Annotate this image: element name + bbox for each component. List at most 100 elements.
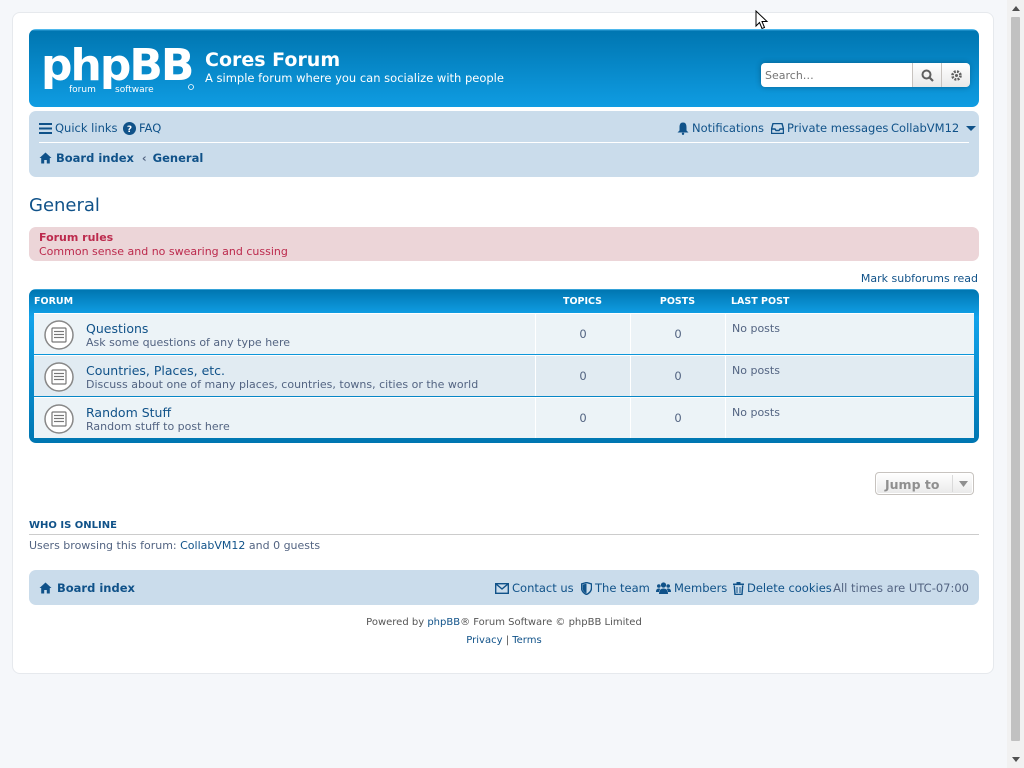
forum-posts-count: 0 bbox=[630, 398, 725, 438]
breadcrumb-board-index[interactable]: Board index bbox=[56, 151, 134, 165]
forum-rules-box: Forum rules Common sense and no swearing… bbox=[29, 227, 979, 261]
online-prefix: Users browsing this forum: bbox=[29, 539, 181, 552]
username-label: CollabVM12 bbox=[891, 121, 960, 135]
vertical-scrollbar[interactable] bbox=[1007, 0, 1024, 768]
forum-title[interactable]: Questions bbox=[86, 321, 148, 336]
members-link[interactable]: Members bbox=[656, 581, 727, 595]
caret-down-icon bbox=[966, 126, 977, 131]
home-icon bbox=[39, 152, 52, 164]
search-input[interactable] bbox=[761, 63, 911, 87]
forum-last-post: No posts bbox=[725, 356, 974, 396]
question-circle-icon: ? bbox=[123, 121, 136, 135]
forum-read-icon bbox=[44, 320, 74, 350]
privacy-link[interactable]: Privacy bbox=[466, 635, 502, 646]
contact-us-label: Contact us bbox=[512, 581, 574, 595]
users-icon bbox=[656, 582, 671, 594]
private-messages-label: Private messages bbox=[787, 121, 889, 135]
jump-to-label: Jump to bbox=[885, 477, 940, 492]
forum-description: Discuss about one of many places, countr… bbox=[86, 378, 479, 391]
search-box bbox=[761, 63, 970, 87]
forum-row: Random Stuff Random stuff to post here 0… bbox=[34, 397, 974, 438]
who-is-online-title: Who is online bbox=[29, 520, 979, 535]
contact-us-link[interactable]: Contact us bbox=[495, 581, 574, 595]
forum-posts-count: 0 bbox=[630, 314, 725, 354]
forum-posts-count: 0 bbox=[630, 356, 725, 396]
forum-last-post: No posts bbox=[725, 314, 974, 354]
scroll-down-arrow-icon[interactable] bbox=[1007, 751, 1024, 768]
mark-subforums-read-link[interactable]: Mark subforums read bbox=[861, 272, 978, 285]
footer-board-index-link[interactable]: Board index bbox=[39, 581, 135, 595]
bars-icon bbox=[39, 122, 52, 134]
the-team-link[interactable]: The team bbox=[581, 581, 650, 595]
forum-topics-count: 0 bbox=[535, 356, 630, 396]
quick-links-label: Quick links bbox=[55, 121, 118, 135]
user-menu[interactable]: CollabVM12 bbox=[891, 121, 977, 135]
powered-by-prefix: Powered by bbox=[366, 617, 428, 628]
forum-topics-count: 0 bbox=[535, 398, 630, 438]
forum-title[interactable]: Random Stuff bbox=[86, 405, 171, 420]
phpbb-logo[interactable]: phpBB forum software bbox=[41, 40, 195, 95]
column-header-posts: Posts bbox=[659, 296, 696, 307]
timezone-text: All times are UTC-07:00 bbox=[833, 581, 969, 595]
site-description: A simple forum where you can socialize w… bbox=[205, 71, 504, 85]
forum-rules-title: Forum rules bbox=[39, 231, 114, 244]
forum-last-post: No posts bbox=[725, 398, 974, 438]
forum-title[interactable]: Countries, Places, etc. bbox=[86, 363, 225, 378]
forum-topics-count: 0 bbox=[535, 314, 630, 354]
terms-link[interactable]: Terms bbox=[512, 635, 541, 646]
private-messages-link[interactable]: Private messages bbox=[771, 121, 888, 135]
powered-by-suffix: ® Forum Software © phpBB Limited bbox=[460, 617, 642, 628]
search-button[interactable] bbox=[912, 63, 941, 87]
who-is-online-text: Users browsing this forum: CollabVM12 an… bbox=[29, 539, 320, 552]
svg-text:software: software bbox=[115, 85, 154, 95]
nav-top-row: Quick links ? FAQ Notifications Private … bbox=[39, 111, 977, 143]
shield-icon bbox=[581, 581, 592, 595]
bell-icon bbox=[677, 122, 689, 135]
scrollbar-thumb[interactable] bbox=[1011, 17, 1020, 741]
page-wrapper: phpBB forum software Cores Forum A simpl… bbox=[12, 12, 994, 674]
footer-navbar: Board index Contact us The team Members … bbox=[29, 570, 979, 605]
advanced-search-button[interactable] bbox=[941, 63, 970, 87]
footer-board-index-label: Board index bbox=[57, 581, 135, 595]
delete-cookies-link[interactable]: Delete cookies bbox=[733, 581, 832, 595]
jump-to-dropdown[interactable]: Jump to bbox=[875, 472, 974, 495]
the-team-label: The team bbox=[595, 581, 650, 595]
home-icon bbox=[39, 582, 52, 594]
column-header-topics: Topics bbox=[562, 296, 603, 307]
faq-link[interactable]: ? FAQ bbox=[123, 121, 161, 135]
svg-text:?: ? bbox=[127, 125, 132, 135]
footer-links: Privacy | Terms bbox=[13, 635, 995, 646]
forum-description: Random stuff to post here bbox=[86, 420, 230, 433]
inbox-icon bbox=[771, 122, 784, 134]
faq-label: FAQ bbox=[139, 121, 162, 135]
site-title[interactable]: Cores Forum bbox=[205, 49, 340, 71]
chevron-left-icon: ‹ bbox=[141, 151, 147, 165]
forum-list-header: Forum Topics Posts Last post bbox=[29, 289, 979, 313]
copyright-text: Powered by phpBB® Forum Software © phpBB… bbox=[13, 617, 995, 628]
caret-down-icon bbox=[952, 475, 973, 492]
phpbb-link[interactable]: phpBB bbox=[427, 617, 460, 628]
trash-icon bbox=[733, 581, 744, 595]
forum-description: Ask some questions of any type here bbox=[86, 336, 290, 349]
forum-row: Countries, Places, etc. Discuss about on… bbox=[34, 355, 974, 396]
svg-text:phpBB: phpBB bbox=[41, 43, 192, 91]
online-user-link[interactable]: CollabVM12 bbox=[180, 539, 245, 552]
notifications-label: Notifications bbox=[692, 121, 764, 135]
mouse-cursor-icon bbox=[755, 10, 769, 30]
forum-list: Forum Topics Posts Last post Questions A… bbox=[29, 289, 979, 443]
forum-read-icon bbox=[44, 404, 74, 434]
forum-read-icon bbox=[44, 362, 74, 392]
navbar: Quick links ? FAQ Notifications Private … bbox=[29, 111, 979, 177]
breadcrumb-general[interactable]: General bbox=[153, 151, 204, 165]
gear-icon bbox=[950, 69, 962, 81]
header-bar: phpBB forum software Cores Forum A simpl… bbox=[29, 29, 979, 107]
footer-pipe: | bbox=[505, 635, 510, 646]
page-title[interactable]: General bbox=[29, 195, 100, 216]
online-suffix: and 0 guests bbox=[245, 539, 321, 552]
forum-rules-text: Common sense and no swearing and cussing bbox=[39, 245, 288, 258]
search-icon bbox=[921, 69, 934, 82]
column-header-last-post: Last post bbox=[731, 296, 790, 307]
notifications-link[interactable]: Notifications bbox=[677, 121, 764, 135]
scroll-up-arrow-icon[interactable] bbox=[1007, 0, 1024, 17]
quick-links-menu[interactable]: Quick links bbox=[39, 121, 118, 135]
